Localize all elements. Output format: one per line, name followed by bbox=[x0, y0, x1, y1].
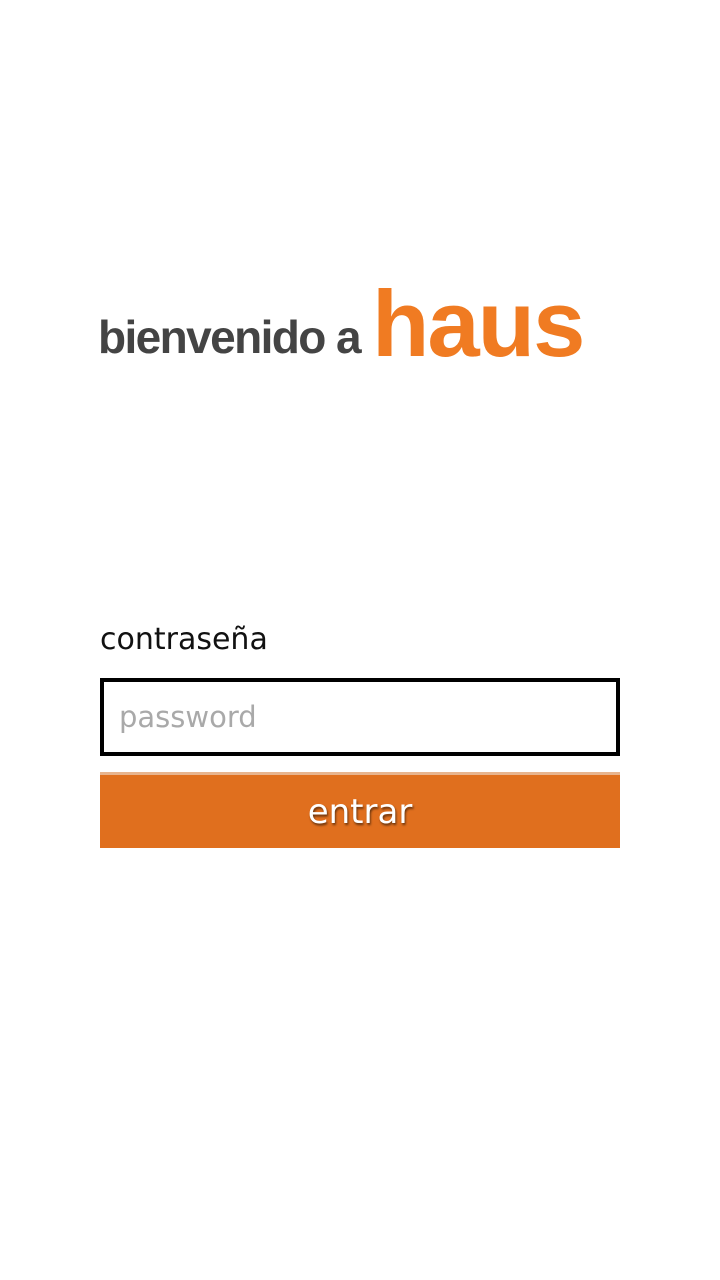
welcome-logo: bienvenido a haus bbox=[98, 271, 622, 376]
logo-prefix-text: bienvenido a bbox=[98, 311, 362, 363]
logo-brand-text: haus bbox=[371, 271, 585, 376]
login-submit-button[interactable]: entrar bbox=[100, 772, 620, 848]
login-screen: bienvenido a haus contraseña entrar bbox=[0, 0, 720, 1280]
password-label: contraseña bbox=[100, 622, 268, 657]
password-field[interactable] bbox=[100, 678, 620, 756]
